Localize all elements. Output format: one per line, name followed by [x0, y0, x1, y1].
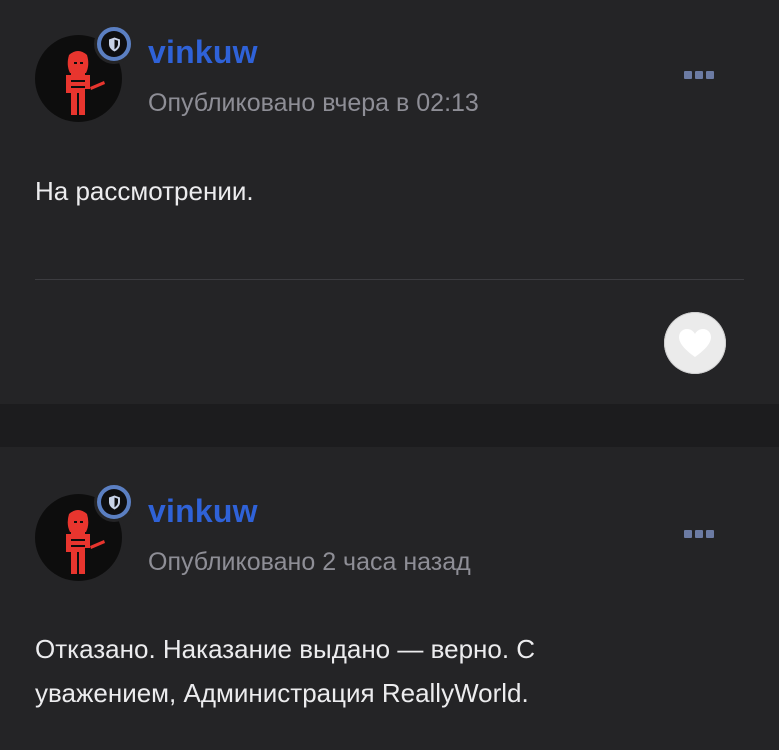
role-badge [94, 24, 134, 64]
username-link[interactable]: vinkuw [148, 493, 258, 530]
post-timestamp[interactable]: Опубликовано вчера в 02:13 [148, 89, 479, 118]
post-card: vinkuw Опубликовано вчера в 02:13 На рас… [0, 0, 779, 404]
post-body: На рассмотрении. [35, 176, 254, 206]
post-body: Отказано. Наказание выдано — верно. С ув… [35, 634, 536, 708]
like-button[interactable] [664, 312, 726, 374]
shield-icon [108, 37, 120, 51]
post-timestamp[interactable]: Опубликовано 2 часа назад [148, 548, 471, 577]
post-card: vinkuw Опубликовано 2 часа назад Отказан… [0, 447, 779, 750]
username-link[interactable]: vinkuw [148, 34, 258, 71]
post-separator [0, 404, 779, 447]
more-options-icon[interactable] [684, 530, 714, 538]
more-options-icon[interactable] [684, 71, 714, 79]
divider [35, 279, 744, 280]
heart-icon [679, 329, 711, 357]
shield-icon [108, 495, 120, 509]
role-badge [94, 482, 134, 522]
